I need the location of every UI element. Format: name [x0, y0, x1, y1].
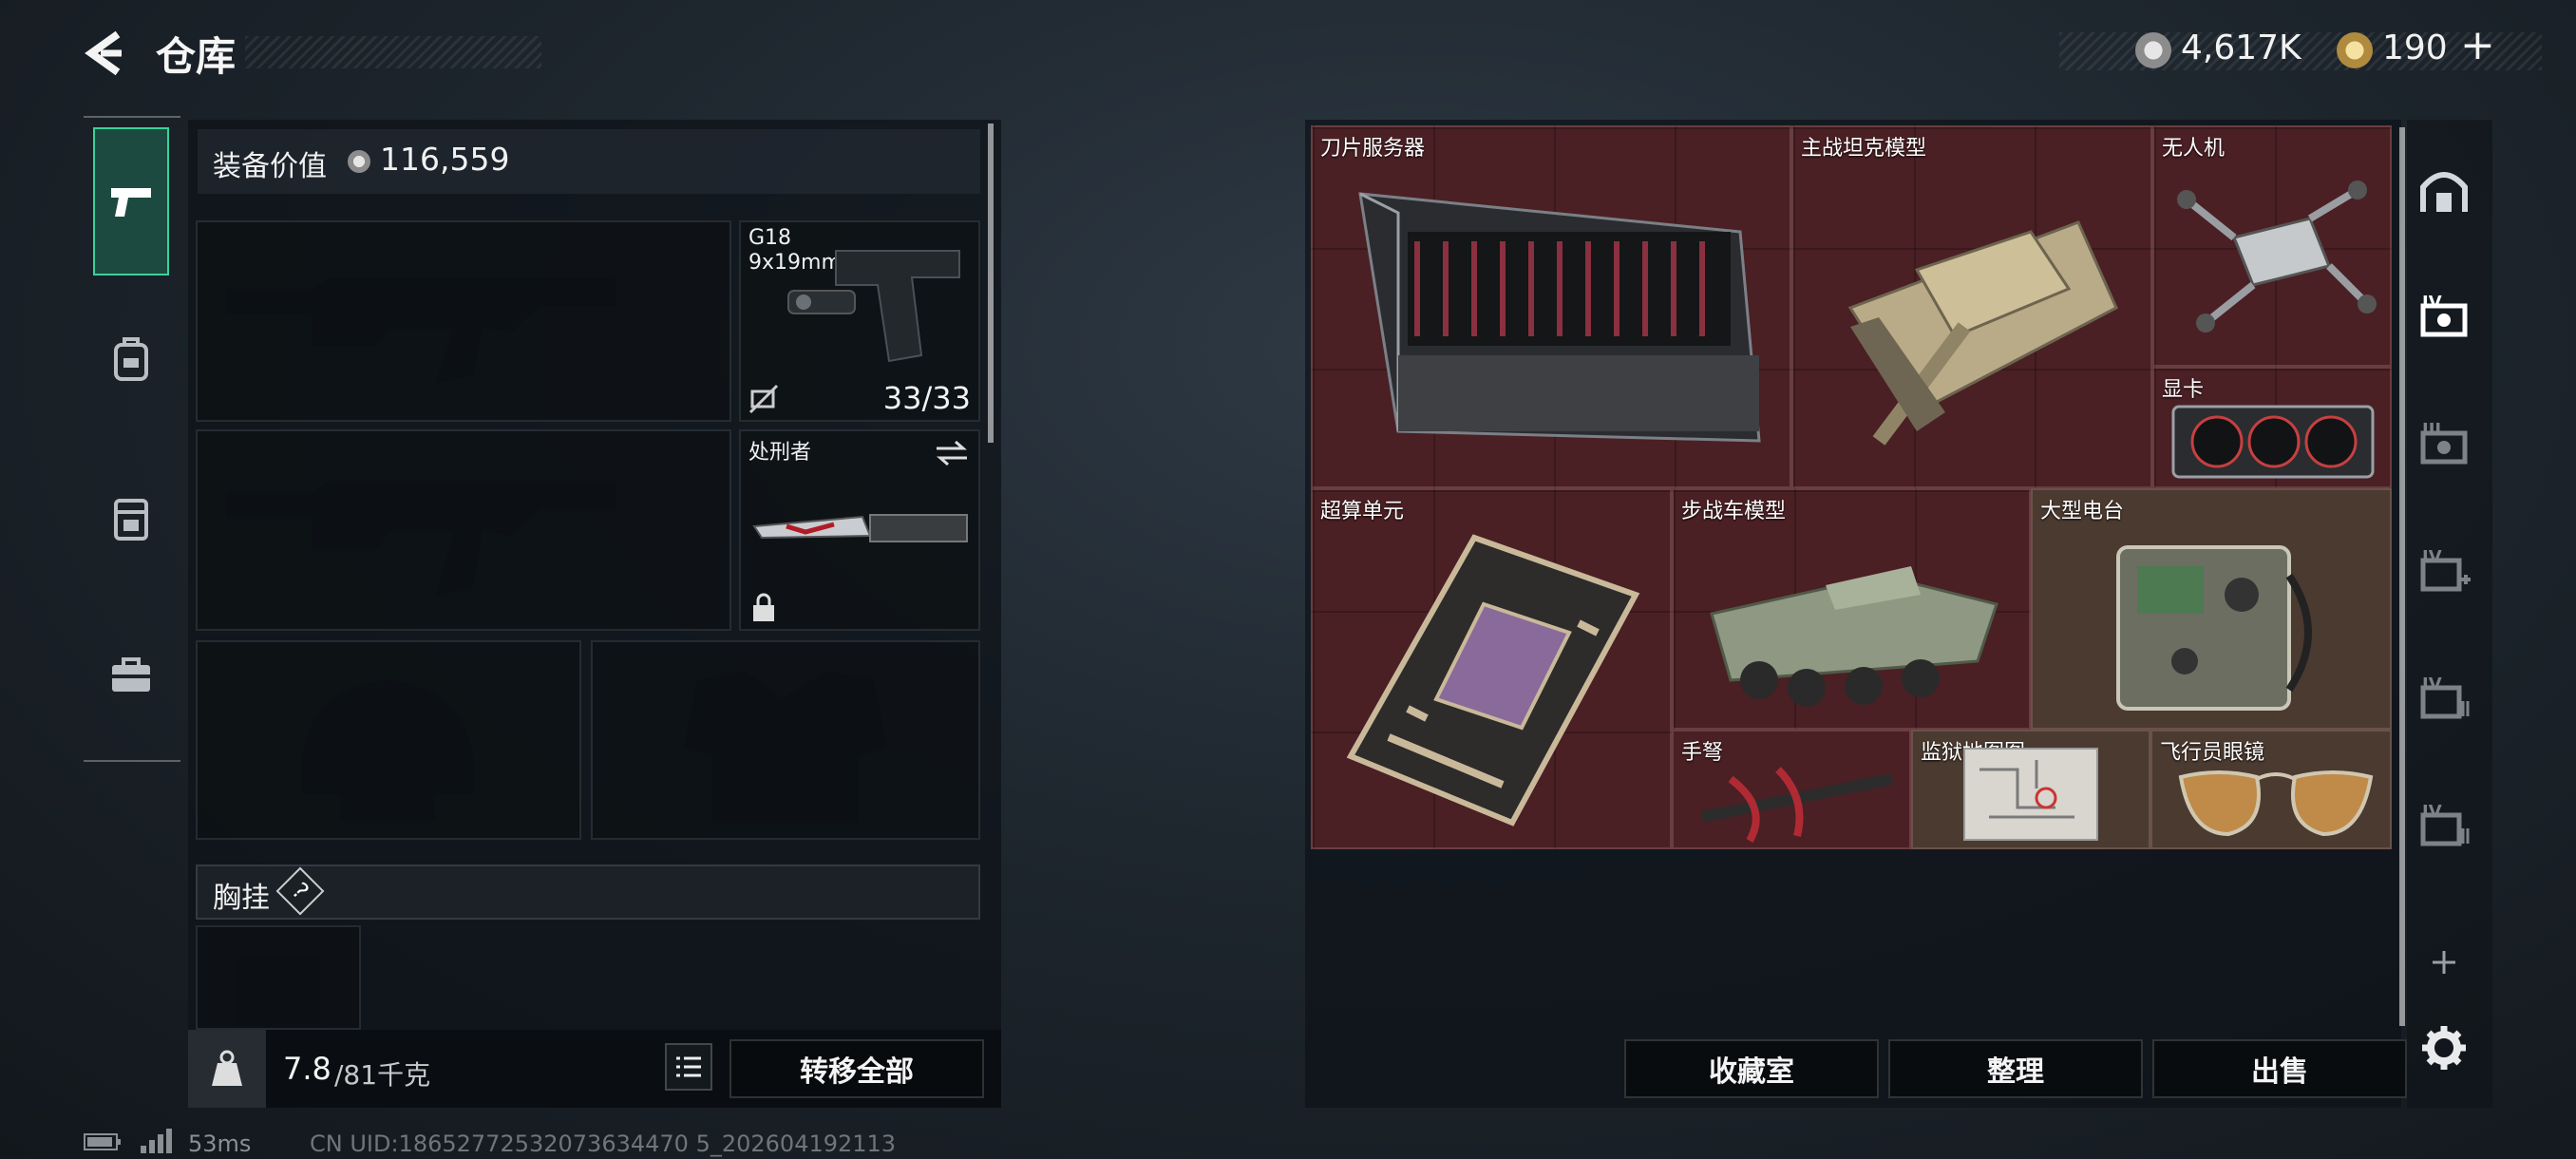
storage-scrollbar[interactable] — [2399, 127, 2405, 1026]
transfer-all-button[interactable]: 转移全部 — [729, 1039, 984, 1098]
item-drone[interactable]: 无人机 — [2152, 125, 2392, 367]
collection-room-button[interactable]: 收藏室 — [1624, 1039, 1879, 1098]
melee-name: 处刑者 — [748, 441, 812, 465]
tab-armor[interactable] — [95, 483, 167, 555]
backpack-icon — [114, 337, 148, 381]
item-aviator-glasses[interactable]: 飞行员眼镜 — [2150, 730, 2392, 849]
primary-weapon-slot-1[interactable] — [196, 220, 731, 422]
tab-weapons[interactable] — [93, 127, 169, 276]
gold-coin-icon — [2337, 32, 2373, 68]
rifle-silhouette-icon — [226, 481, 616, 597]
weight-current: 7.8 — [283, 1051, 331, 1087]
rig-silhouette-icon — [236, 956, 321, 1028]
storage-tab-5-level: IV — [2422, 802, 2442, 822]
item-name: 主战坦克模型 — [1801, 137, 1927, 161]
weight-max: /81千克 — [334, 1059, 431, 1091]
equip-value-number: 116,559 — [380, 141, 510, 178]
blade-server-icon — [1358, 192, 1761, 443]
item-name: 刀片服务器 — [1320, 137, 1426, 161]
supercomputer-unit-icon — [1346, 534, 1640, 826]
hand-crossbow-icon — [1700, 767, 1894, 843]
item-supercomputer-unit[interactable]: 超算单元 — [1311, 488, 1672, 849]
ping-text: 53ms — [188, 1130, 252, 1157]
settings-button[interactable] — [2411, 1015, 2477, 1081]
uid-text: CN UID:18652772532073634470 5_2026041921… — [310, 1130, 897, 1157]
add-storage-button[interactable] — [2411, 929, 2477, 996]
toolbox-icon — [112, 657, 150, 692]
weight-icon-box — [188, 1030, 266, 1108]
storage-tab-5[interactable]: IV — [2411, 792, 2477, 859]
no-attachment-icon — [748, 384, 779, 414]
pistol-slot[interactable]: G18 9x19mm 33/33 — [739, 220, 980, 422]
drone-icon — [2177, 180, 2377, 332]
item-graphics-card[interactable]: 显卡 — [2152, 367, 2392, 488]
item-tank-model[interactable]: 主战坦克模型 — [1791, 125, 2152, 488]
item-ifv-model[interactable]: 步战车模型 — [1672, 488, 2031, 730]
plus-icon — [2433, 951, 2455, 974]
storage-tab-2-level: III — [2422, 420, 2442, 440]
g18-pistol-icon — [787, 250, 960, 363]
storage-tab-1[interactable]: IV — [2411, 283, 2477, 350]
storage-tab-4[interactable]: IV — [2411, 665, 2477, 732]
sell-button[interactable]: 出售 — [2152, 1039, 2407, 1098]
back-button[interactable] — [80, 27, 133, 80]
storage-tab-3[interactable]: IV — [2411, 538, 2477, 604]
item-name: 无人机 — [2162, 137, 2226, 161]
primary-weapon-slot-2[interactable] — [196, 429, 731, 631]
aviator-glasses-icon — [2178, 770, 2374, 837]
weight-icon — [212, 1050, 242, 1086]
rifle-silhouette-icon — [226, 277, 616, 384]
storage-tab-3-level: IV — [2422, 547, 2442, 567]
chest-rig-label: 胸挂 — [213, 882, 270, 915]
tab-toolbox[interactable] — [95, 638, 167, 711]
melee-slot[interactable]: 处刑者 — [739, 429, 980, 631]
tank-model-icon — [1847, 220, 2118, 446]
silver-coin-icon — [2135, 32, 2171, 68]
add-currency-button[interactable]: + — [2460, 21, 2495, 69]
chest-rig-slot[interactable] — [196, 925, 361, 1030]
storage-tab-1-level: IV — [2422, 293, 2442, 313]
vest-icon — [114, 499, 148, 541]
signal-icon — [141, 1129, 172, 1153]
item-blade-server[interactable]: 刀片服务器 — [1311, 125, 1791, 488]
pistol-icon — [111, 188, 151, 217]
battery-icon — [84, 1133, 121, 1150]
helmet-slot[interactable] — [196, 640, 581, 840]
helmet-silhouette-icon — [301, 680, 474, 821]
swap-icon[interactable] — [935, 439, 969, 467]
title-decoration — [245, 36, 541, 68]
combat-knife-icon — [752, 514, 968, 542]
storage-tab-2[interactable]: III — [2411, 410, 2477, 477]
vest-silhouette-icon — [684, 671, 887, 823]
radio-station-icon — [2116, 545, 2312, 711]
graphics-card-icon — [2171, 405, 2375, 479]
tab-rail-bottom-line — [84, 760, 180, 762]
item-prison-map[interactable]: 监狱地图图 — [1911, 730, 2150, 849]
gear-icon — [2422, 1026, 2466, 1070]
tab-rail-top-line — [84, 116, 180, 118]
safe-box-icon — [2420, 172, 2468, 212]
tab-backpack[interactable] — [95, 323, 167, 395]
storage-tab-4-level: IV — [2422, 674, 2442, 694]
lock-icon — [753, 593, 774, 621]
item-hand-crossbow[interactable]: 手弩 — [1672, 730, 1911, 849]
list-view-button[interactable] — [665, 1043, 712, 1091]
pistol-ammo: 33/33 — [882, 380, 971, 416]
list-icon — [676, 1056, 701, 1077]
currency-second: 190 — [2382, 28, 2448, 67]
value-coin-icon — [348, 150, 370, 173]
armor-slot[interactable] — [591, 640, 980, 840]
currency-main: 4,617K — [2181, 28, 2301, 67]
equipment-scrollbar[interactable] — [988, 124, 994, 443]
equip-value-label: 装备价值 — [213, 150, 327, 183]
item-radio-station[interactable]: 大型电台 — [2031, 488, 2392, 730]
prison-map-icon — [1963, 748, 2098, 841]
safe-box-tab[interactable] — [2411, 158, 2477, 224]
page-title: 仓库 — [156, 33, 237, 80]
ifv-model-icon — [1710, 566, 1998, 707]
back-arrow-icon — [85, 30, 122, 76]
organize-button[interactable]: 整理 — [1888, 1039, 2143, 1098]
